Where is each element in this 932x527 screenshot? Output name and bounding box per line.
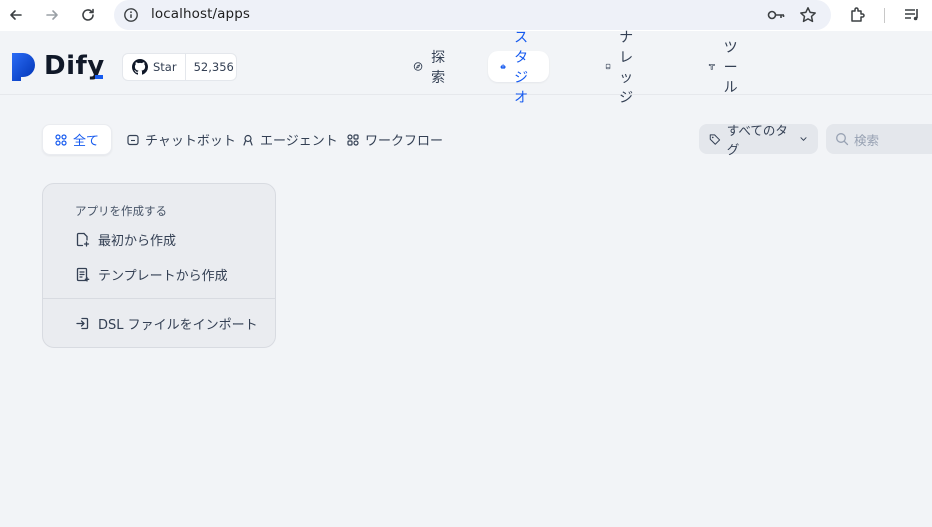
tab-agent-label: エージェント bbox=[260, 134, 338, 149]
github-icon bbox=[132, 59, 148, 75]
compass-icon bbox=[413, 62, 423, 71]
dify-logo-icon[interactable] bbox=[12, 53, 38, 81]
card-divider bbox=[43, 298, 275, 299]
reload-icon bbox=[82, 8, 94, 21]
reload-button[interactable] bbox=[76, 4, 100, 26]
search-input[interactable]: 検索 bbox=[826, 124, 932, 154]
create-from-blank-label: 最初から作成 bbox=[98, 233, 177, 249]
back-button[interactable] bbox=[4, 4, 28, 26]
tab-chatbot[interactable]: チャットボット bbox=[115, 124, 248, 155]
tag-filter-select[interactable]: すべてのタグ bbox=[699, 123, 818, 157]
forward-button[interactable] bbox=[40, 4, 64, 26]
workflow-icon bbox=[347, 133, 359, 146]
tab-workflow-label: ワークフロー bbox=[365, 134, 444, 149]
import-dsl-label: DSL ファイルをインポート bbox=[98, 317, 258, 333]
nav-explore-label: 探索 bbox=[431, 49, 446, 86]
arrow-left-icon bbox=[10, 10, 22, 20]
app-header: Dify Star 52,356 探索 スタジオ ナレッジ ツール bbox=[0, 30, 932, 106]
nav-studio-label: スタジオ bbox=[514, 29, 529, 106]
create-from-template-label: テンプレートから作成 bbox=[98, 268, 228, 284]
grid-icon bbox=[55, 133, 67, 146]
info-icon[interactable] bbox=[123, 7, 139, 23]
tab-all-label: 全て bbox=[73, 134, 100, 149]
browser-toolbar: localhost/apps bbox=[0, 0, 932, 31]
tab-workflow[interactable]: ワークフロー bbox=[335, 124, 455, 155]
search-placeholder: 検索 bbox=[854, 132, 880, 148]
create-app-title: アプリを作成する bbox=[75, 204, 167, 218]
arrow-right-icon bbox=[46, 10, 58, 20]
url-text[interactable]: localhost/apps bbox=[151, 6, 250, 22]
tab-chatbot-label: チャットボット bbox=[145, 134, 236, 149]
nav-tools-label: ツール bbox=[723, 39, 738, 96]
create-from-blank-button[interactable]: 最初から作成 bbox=[75, 228, 176, 250]
import-dsl-button[interactable]: DSL ファイルをインポート bbox=[75, 312, 258, 334]
nav-tools[interactable]: ツール bbox=[696, 40, 757, 96]
media-controls-icon[interactable] bbox=[902, 5, 922, 25]
agent-icon bbox=[243, 134, 253, 146]
chat-icon bbox=[127, 134, 139, 145]
tag-icon bbox=[709, 133, 721, 145]
robot-icon bbox=[500, 63, 506, 69]
github-star-count[interactable]: 52,356 bbox=[186, 54, 236, 80]
nav-knowledge[interactable]: ナレッジ bbox=[593, 30, 654, 106]
extensions-icon[interactable] bbox=[848, 5, 868, 25]
github-star-label[interactable]: Star bbox=[123, 54, 186, 80]
address-bar[interactable]: localhost/apps bbox=[114, 0, 831, 30]
template-icon bbox=[76, 267, 90, 282]
create-app-card: アプリを作成する 最初から作成 テンプレートから作成 DSL ファイルをインポー… bbox=[42, 183, 276, 348]
chevron-down-icon bbox=[800, 137, 807, 141]
book-icon bbox=[605, 63, 611, 70]
tab-all[interactable]: 全て bbox=[42, 124, 113, 155]
key-icon[interactable] bbox=[766, 6, 786, 24]
logo-cursor bbox=[95, 75, 103, 79]
nav-explore[interactable]: 探索 bbox=[401, 50, 462, 86]
tag-filter-label: すべてのタグ bbox=[726, 123, 788, 157]
nav-knowledge-label: ナレッジ bbox=[619, 29, 634, 106]
tab-agent[interactable]: エージェント bbox=[230, 124, 350, 155]
new-file-icon bbox=[76, 232, 90, 247]
toolbar-divider bbox=[884, 8, 885, 23]
bookmark-star-icon[interactable] bbox=[798, 5, 818, 25]
import-icon bbox=[76, 317, 89, 329]
github-star-text: Star bbox=[153, 60, 177, 74]
nav-studio[interactable]: スタジオ bbox=[488, 30, 549, 106]
github-star-button[interactable]: Star 52,356 bbox=[122, 53, 237, 81]
search-icon bbox=[836, 133, 849, 146]
hammer-icon bbox=[708, 64, 715, 70]
create-from-template-button[interactable]: テンプレートから作成 bbox=[75, 263, 228, 285]
